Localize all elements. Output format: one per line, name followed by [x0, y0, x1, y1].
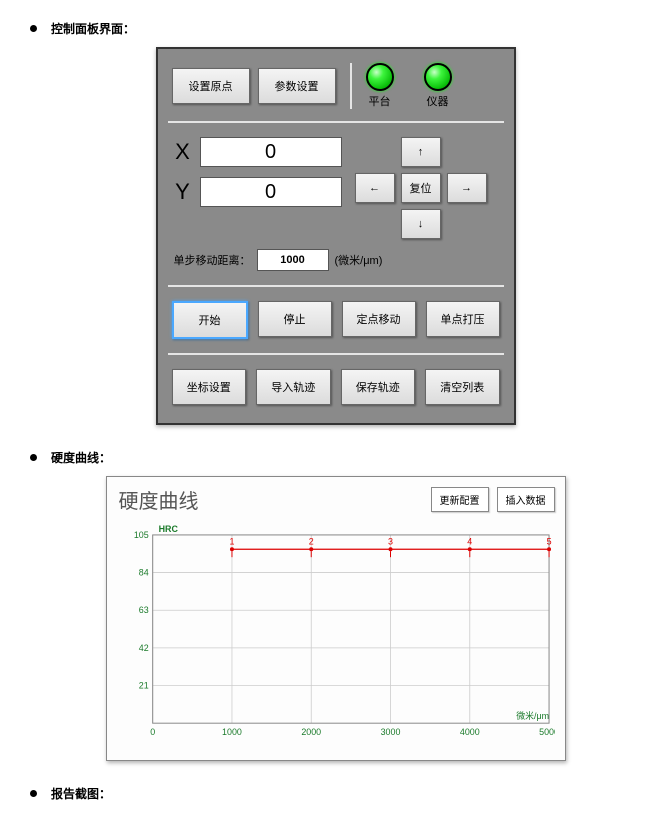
param-settings-button[interactable]: 参数设置: [258, 68, 336, 104]
svg-text:1: 1: [229, 536, 234, 546]
y-label: Y: [172, 179, 194, 205]
dpad-reset-button[interactable]: 复位: [401, 173, 441, 203]
step-label: 单步移动距离：: [174, 252, 251, 268]
dpad-right-button[interactable]: →: [447, 173, 487, 203]
bullet-icon: [30, 454, 37, 461]
point-press-button[interactable]: 单点打压: [426, 301, 500, 337]
svg-text:1000: 1000: [222, 727, 242, 737]
svg-text:3000: 3000: [380, 727, 400, 737]
step-value[interactable]: 1000: [257, 249, 329, 271]
chart-card: 硬度曲线 更新配置 插入数据 0100020003000400050002142…: [106, 476, 566, 761]
dpad-spacer: [447, 137, 487, 167]
platform-led-icon: [366, 63, 394, 91]
divider: [168, 285, 504, 287]
save-track-button[interactable]: 保存轨迹: [341, 369, 416, 405]
hardness-chart: 01000200030004000500021426384105HRC微米/μm…: [119, 520, 555, 750]
svg-text:84: 84: [138, 568, 148, 578]
dpad-spacer: [447, 209, 487, 239]
svg-text:0: 0: [150, 727, 155, 737]
step-unit: (微米/μm): [335, 252, 383, 268]
y-value: 0: [200, 177, 342, 207]
svg-text:5000: 5000: [539, 727, 555, 737]
x-value: 0: [200, 137, 342, 167]
divider: [168, 121, 504, 123]
stop-button[interactable]: 停止: [258, 301, 332, 337]
set-origin-button[interactable]: 设置原点: [172, 68, 250, 104]
svg-text:21: 21: [138, 681, 148, 691]
bullet-icon: [30, 25, 37, 32]
point-move-button[interactable]: 定点移动: [342, 301, 416, 337]
import-track-button[interactable]: 导入轨迹: [256, 369, 331, 405]
insert-data-button[interactable]: 插入数据: [497, 487, 555, 512]
heading-report: 报告截图：: [51, 785, 111, 802]
update-config-button[interactable]: 更新配置: [431, 487, 489, 512]
bullet-icon: [30, 790, 37, 797]
svg-text:5: 5: [546, 536, 551, 546]
svg-text:HRC: HRC: [158, 524, 178, 534]
svg-text:2: 2: [308, 536, 313, 546]
dpad-up-button[interactable]: ↑: [401, 137, 441, 167]
instrument-led-label: 仪器: [427, 93, 449, 109]
svg-text:42: 42: [138, 643, 148, 653]
svg-text:4000: 4000: [459, 727, 479, 737]
instrument-led-icon: [424, 63, 452, 91]
svg-text:2000: 2000: [301, 727, 321, 737]
divider: [350, 63, 352, 109]
svg-text:63: 63: [138, 605, 148, 615]
svg-text:105: 105: [133, 530, 148, 540]
dpad-spacer: [355, 209, 395, 239]
svg-text:4: 4: [467, 536, 472, 546]
svg-text:微米/μm: 微米/μm: [516, 710, 549, 721]
dpad-left-button[interactable]: ←: [355, 173, 395, 203]
dpad-down-button[interactable]: ↓: [401, 209, 441, 239]
svg-text:3: 3: [388, 536, 393, 546]
coord-settings-button[interactable]: 坐标设置: [172, 369, 247, 405]
control-panel: 设置原点 参数设置 平台 仪器 X 0: [156, 47, 516, 425]
heading-hardness-curve: 硬度曲线：: [51, 449, 111, 466]
start-button[interactable]: 开始: [172, 301, 248, 339]
clear-list-button[interactable]: 清空列表: [425, 369, 500, 405]
dpad-spacer: [355, 137, 395, 167]
heading-control-panel: 控制面板界面：: [51, 20, 135, 37]
chart-title: 硬度曲线: [119, 485, 423, 514]
divider: [168, 353, 504, 355]
x-label: X: [172, 139, 194, 165]
platform-led-label: 平台: [369, 93, 391, 109]
